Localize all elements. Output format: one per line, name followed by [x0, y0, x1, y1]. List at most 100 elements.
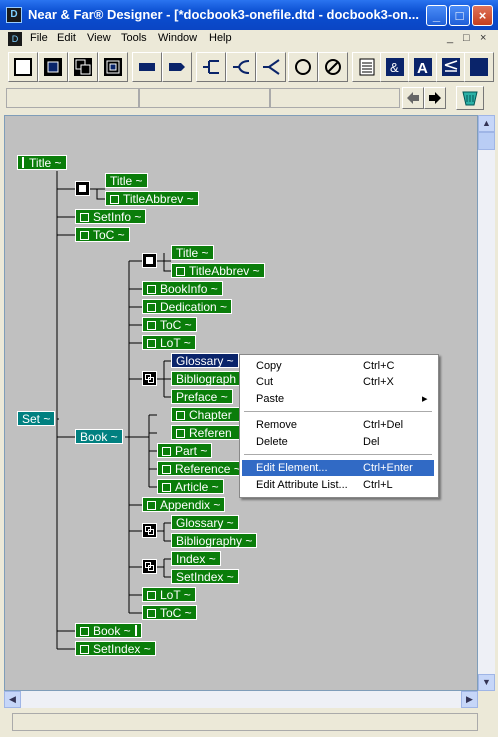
tree-node-title[interactable]: Title ~: [105, 173, 148, 188]
maximize-icon[interactable]: □: [449, 5, 470, 26]
sequence-connector-icon[interactable]: [75, 181, 90, 196]
tree-node-book[interactable]: Book ~: [75, 429, 123, 444]
scroll-down-icon[interactable]: ▼: [478, 674, 495, 691]
tree-node-bookinfo[interactable]: BookInfo ~: [142, 281, 223, 296]
tree-node-title[interactable]: Title ~: [171, 245, 214, 260]
comment-icon[interactable]: [436, 52, 466, 82]
property-field-3[interactable]: [270, 88, 400, 108]
forward-arrow-icon[interactable]: [424, 87, 446, 109]
menu-item-label: Edit Element...: [256, 462, 328, 474]
menu-view[interactable]: View: [87, 32, 111, 44]
trash-icon[interactable]: [456, 86, 484, 110]
tree-node-setinfo[interactable]: SetInfo ~: [75, 209, 147, 224]
tree-node-preface[interactable]: Preface ~: [171, 389, 233, 404]
sequence-icon[interactable]: [38, 52, 68, 82]
node-label: BookInfo ~: [160, 282, 218, 296]
secondary-toolbar: [4, 86, 494, 112]
tree-node-bibliography[interactable]: Bibliography ~: [171, 533, 258, 548]
menu-item-label: Copy: [256, 360, 282, 372]
tree-node-lot[interactable]: LoT ~: [142, 587, 196, 602]
menu-item-edit-attribute-list[interactable]: Edit Attribute List... Ctrl+L: [242, 477, 434, 493]
attributes-icon[interactable]: [352, 52, 382, 82]
connector-choice-icon[interactable]: [226, 52, 256, 82]
tree-node-index[interactable]: Index ~: [171, 551, 221, 566]
mdi-close-icon[interactable]: ×: [480, 32, 486, 44]
tree-node-glossary[interactable]: Glossary ~: [171, 515, 239, 530]
choice-connector-icon[interactable]: [142, 371, 157, 386]
property-field-2[interactable]: [139, 88, 270, 108]
tree-node-titleabbrev[interactable]: TitleAbbrev ~: [105, 191, 199, 206]
tree-node-setindex[interactable]: SetIndex ~: [75, 641, 156, 656]
sequence-connector-icon[interactable]: [142, 253, 157, 268]
connector-any-icon[interactable]: [256, 52, 286, 82]
scroll-left-icon[interactable]: ◀: [4, 691, 21, 708]
document-icon[interactable]: D: [8, 32, 22, 46]
node-label: Title ~: [176, 246, 209, 260]
scroll-thumb[interactable]: [478, 132, 495, 150]
connector-seq-icon[interactable]: [196, 52, 226, 82]
scroll-up-icon[interactable]: ▲: [478, 115, 495, 132]
reference-icon[interactable]: [162, 52, 192, 82]
horizontal-scrollbar[interactable]: ◀ ▶: [4, 691, 478, 708]
choice-connector-icon[interactable]: [142, 523, 157, 538]
menu-item-paste[interactable]: Paste ▸: [242, 391, 434, 407]
tree-node-book-ref[interactable]: Book ~: [75, 623, 142, 638]
mdi-restore-icon[interactable]: □: [463, 32, 470, 44]
doc-icon[interactable]: [464, 52, 494, 82]
tree-node-article[interactable]: Article ~: [157, 479, 224, 494]
element-icon[interactable]: [8, 52, 38, 82]
menu-item-copy[interactable]: Copy Ctrl+C: [242, 358, 434, 374]
app-icon[interactable]: D: [6, 7, 22, 23]
tree-node-bibliography[interactable]: Bibliograph: [171, 371, 241, 386]
vertical-scrollbar[interactable]: ▲ ▼: [478, 115, 495, 691]
tree-node-appendix[interactable]: Appendix ~: [142, 497, 226, 512]
mdi-minimize-icon[interactable]: _: [447, 32, 453, 44]
minimize-icon[interactable]: _: [426, 5, 447, 26]
tree-node-chapter[interactable]: Chapter: [171, 407, 241, 422]
menu-help[interactable]: Help: [209, 32, 232, 44]
empty-icon[interactable]: [318, 52, 348, 82]
tree-node-toc[interactable]: ToC ~: [142, 317, 197, 332]
node-label: Referen: [189, 426, 232, 440]
tree-node-reference[interactable]: Reference ~: [157, 461, 246, 476]
all-icon[interactable]: [98, 52, 128, 82]
menu-item-edit-element[interactable]: Edit Element... Ctrl+Enter: [242, 460, 434, 476]
pcdata-icon[interactable]: [132, 52, 162, 82]
menu-item-delete[interactable]: Delete Del: [242, 434, 434, 450]
text-icon[interactable]: A: [408, 52, 438, 82]
tree-node-toc[interactable]: ToC ~: [75, 227, 130, 242]
entity-icon[interactable]: &: [380, 52, 410, 82]
node-label: Chapter: [189, 408, 232, 422]
tree-node-reference[interactable]: Referen: [171, 425, 241, 440]
tree-node-titleabbrev[interactable]: TitleAbbrev ~: [171, 263, 265, 278]
back-arrow-icon[interactable]: [402, 87, 424, 109]
menu-item-remove[interactable]: Remove Ctrl+Del: [242, 417, 434, 433]
tree-node-setindex[interactable]: SetIndex ~: [171, 569, 239, 584]
optional-icon[interactable]: [288, 52, 318, 82]
tree-node-dedication[interactable]: Dedication ~: [142, 299, 233, 314]
tree-node-part[interactable]: Part ~: [157, 443, 213, 458]
tree-node-lot[interactable]: LoT ~: [142, 335, 196, 350]
menu-tools[interactable]: Tools: [121, 32, 147, 44]
node-label: Dedication ~: [160, 300, 228, 314]
menu-file[interactable]: File: [30, 32, 48, 44]
close-icon[interactable]: ×: [472, 5, 493, 26]
menu-item-shortcut: Ctrl+L: [363, 479, 393, 491]
menu-window[interactable]: Window: [158, 32, 197, 44]
menu-item-cut[interactable]: Cut Ctrl+X: [242, 374, 434, 390]
node-label: ToC ~: [160, 318, 192, 332]
menu-item-label: Edit Attribute List...: [256, 479, 348, 491]
tree-node-glossary-selected[interactable]: Glossary ~: [171, 353, 239, 368]
tree-node-title[interactable]: Title ~: [17, 155, 67, 170]
tree-node-set[interactable]: Set ~: [17, 411, 56, 426]
node-label: Preface ~: [176, 390, 228, 404]
menu-edit[interactable]: Edit: [57, 32, 76, 44]
choice-icon[interactable]: [68, 52, 98, 82]
scroll-right-icon[interactable]: ▶: [461, 691, 478, 708]
property-field-1[interactable]: [6, 88, 139, 108]
choice-connector-icon[interactable]: [142, 559, 157, 574]
tree-node-toc[interactable]: ToC ~: [142, 605, 197, 620]
window-title: Near & Far® Designer - [*docbook3-onefil…: [28, 7, 419, 22]
node-label: SetIndex ~: [93, 642, 151, 656]
node-label: Bibliograph: [176, 372, 237, 386]
